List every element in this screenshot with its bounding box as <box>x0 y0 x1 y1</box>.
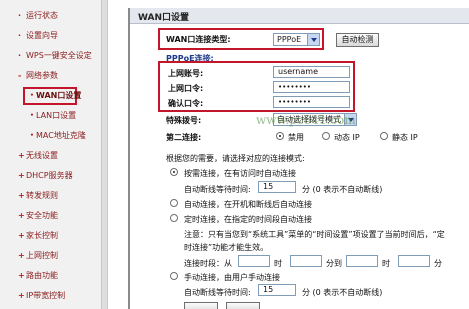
panel-header: WAN口设置 <box>130 8 469 24</box>
end-minute-input[interactable] <box>398 255 430 267</box>
menu-bullet-icon: • <box>30 92 34 99</box>
auto-disconnect-label: 自动断线等待时间: <box>184 185 251 194</box>
sidebar-item-label: IP带宽控制 <box>26 291 66 300</box>
hour-label: 时 <box>274 259 282 268</box>
sidebar-item-label: DHCP服务器 <box>26 171 73 180</box>
menu-bullet-icon: · <box>18 31 22 40</box>
expand-icon: + <box>18 291 25 300</box>
minute-to-label: 分到 <box>326 259 342 268</box>
sidebar-item-label: 安全功能 <box>26 211 58 220</box>
sidebar-item-lan[interactable]: • LAN口设置 <box>0 107 108 125</box>
help-button[interactable] <box>226 302 260 309</box>
sidebar-item-bandwidth[interactable]: + IP带宽控制 <box>0 287 108 305</box>
second-connection-label: 第二连接: <box>166 133 202 142</box>
end-minute-label: 分 <box>434 259 442 268</box>
sidebar-item-access-control[interactable]: + 上网控制 <box>0 247 108 265</box>
confirm-password-input[interactable]: •••••••• <box>273 96 350 108</box>
end-hour-label: 时 <box>382 259 390 268</box>
sidebar-item-label: 转发规则 <box>26 191 58 200</box>
password-label: 上网口令: <box>168 84 204 93</box>
manual-disconnect-hint: 分 (0 表示不自动断线) <box>302 288 383 297</box>
sidebar-item-label: 家长控制 <box>26 231 58 240</box>
sidebar-item-label: WAN口设置 <box>36 91 82 100</box>
menu-bullet-icon: · <box>18 11 22 20</box>
sidebar-item-wan[interactable]: • WAN口设置 <box>0 87 108 105</box>
expand-icon: + <box>18 151 25 160</box>
sidebar-item-routing[interactable]: + 路由功能 <box>0 267 108 285</box>
mode-manual-radio[interactable] <box>170 272 178 280</box>
chevron-down-icon <box>307 34 319 45</box>
connection-mode-intro: 根据您的需要，请选择对应的连接模式: <box>166 154 305 163</box>
sidebar-item-setup-wizard[interactable]: · 设置向导 <box>0 27 108 45</box>
expand-icon: + <box>18 271 25 280</box>
wan-type-select[interactable]: PPPoE <box>273 33 320 46</box>
account-input[interactable]: username <box>273 66 350 78</box>
sidebar-item-label: 网络参数 <box>26 71 58 80</box>
second-conn-dynamic-radio[interactable] <box>322 132 330 140</box>
sidebar-item-label: 运行状态 <box>26 11 58 20</box>
save-button[interactable] <box>184 302 218 309</box>
sidebar-item-label: WPS一键安全设定 <box>26 51 92 60</box>
second-conn-static-radio[interactable] <box>380 132 388 140</box>
mode-timed-label: 定时连接，在指定的时间段自动连接 <box>184 215 312 224</box>
second-conn-static-label: 静态 IP <box>392 133 418 142</box>
menu-bullet-icon: • <box>30 112 34 119</box>
wan-type-label: WAN口连接类型: <box>166 35 231 44</box>
panel-divider <box>128 8 130 309</box>
confirm-password-label: 确认口令: <box>168 99 204 108</box>
auto-disconnect-hint: 分 (0 表示不自动断线) <box>302 185 383 194</box>
wan-type-value: PPPoE <box>277 35 302 44</box>
sidebar-item-mac-clone[interactable]: • MAC地址克隆 <box>0 127 108 145</box>
timed-note-line-1: 注意：只有当您到“系统工具”菜单的“时间设置”项设置了当前时间后，“定 <box>184 230 445 239</box>
mode-on-demand-radio[interactable] <box>170 168 178 176</box>
mode-manual-label: 手动连接，由用户手动连接 <box>184 273 280 282</box>
sidebar-item-wps[interactable]: · WPS一键安全设定 <box>0 47 108 65</box>
second-conn-disabled-radio[interactable] <box>276 132 284 140</box>
password-input[interactable]: •••••••• <box>273 81 350 93</box>
sidebar-item-label: 设置向导 <box>26 31 58 40</box>
timed-note-line-2: 时连接”功能才能生效。 <box>184 243 269 252</box>
special-dial-label: 特殊拨号: <box>166 116 202 125</box>
sidebar-item-label: 无线设置 <box>26 151 58 160</box>
mode-auto-radio[interactable] <box>170 199 178 207</box>
sidebar-item-status[interactable]: · 运行状态 <box>0 7 108 25</box>
expand-icon: + <box>18 171 25 180</box>
mode-auto-label: 自动连接，在开机和断线后自动连接 <box>184 200 312 209</box>
auto-detect-button[interactable]: 自动检测 <box>336 33 379 47</box>
sidebar-item-label: MAC地址克隆 <box>36 131 86 140</box>
sidebar-item-label: 上网控制 <box>26 251 58 260</box>
sidebar-item-dhcp[interactable]: + DHCP服务器 <box>0 167 108 185</box>
sidebar-item-security[interactable]: + 安全功能 <box>0 207 108 225</box>
sidebar-menu: · 运行状态 · 设置向导 · WPS一键安全设定 - 网络参数 • WAN口设… <box>0 0 108 309</box>
mode-on-demand-label: 按需连接，在有访问时自动连接 <box>184 169 296 178</box>
wan-settings-panel: WAN口设置 WAN口连接类型: PPPoE 自动检测 PPPoE连接: 上网账… <box>128 0 469 309</box>
expand-icon: + <box>18 191 25 200</box>
account-label: 上网账号: <box>168 69 204 78</box>
auto-disconnect-input[interactable]: 15 <box>258 181 296 193</box>
menu-bullet-icon: · <box>18 51 22 60</box>
sidebar-item-label: 路由功能 <box>26 271 58 280</box>
period-from-label: 连接时段：从 <box>184 259 232 268</box>
expand-icon: + <box>18 231 25 240</box>
end-hour-input[interactable] <box>346 255 378 267</box>
manual-disconnect-label: 自动断线等待时间: <box>184 288 251 297</box>
collapse-icon: - <box>18 71 22 80</box>
start-hour-input[interactable] <box>238 255 270 267</box>
watermark: www.pc841.com <box>256 113 356 127</box>
sidebar-item-parental[interactable]: + 家长控制 <box>0 227 108 245</box>
mode-timed-radio[interactable] <box>170 214 178 222</box>
second-conn-dynamic-label: 动态 IP <box>334 133 360 142</box>
sidebar-item-wireless[interactable]: + 无线设置 <box>0 147 108 165</box>
start-minute-input[interactable] <box>290 255 322 267</box>
expand-icon: + <box>18 251 25 260</box>
expand-icon: + <box>18 211 25 220</box>
page-title: WAN口设置 <box>138 13 190 23</box>
sidebar-item-network[interactable]: - 网络参数 <box>0 67 108 85</box>
sidebar-item-label: LAN口设置 <box>36 111 77 120</box>
menu-bullet-icon: • <box>30 132 34 139</box>
second-conn-disabled-label: 禁用 <box>288 133 304 142</box>
sidebar-item-forwarding[interactable]: + 转发规则 <box>0 187 108 205</box>
manual-disconnect-input[interactable]: 15 <box>258 284 296 296</box>
